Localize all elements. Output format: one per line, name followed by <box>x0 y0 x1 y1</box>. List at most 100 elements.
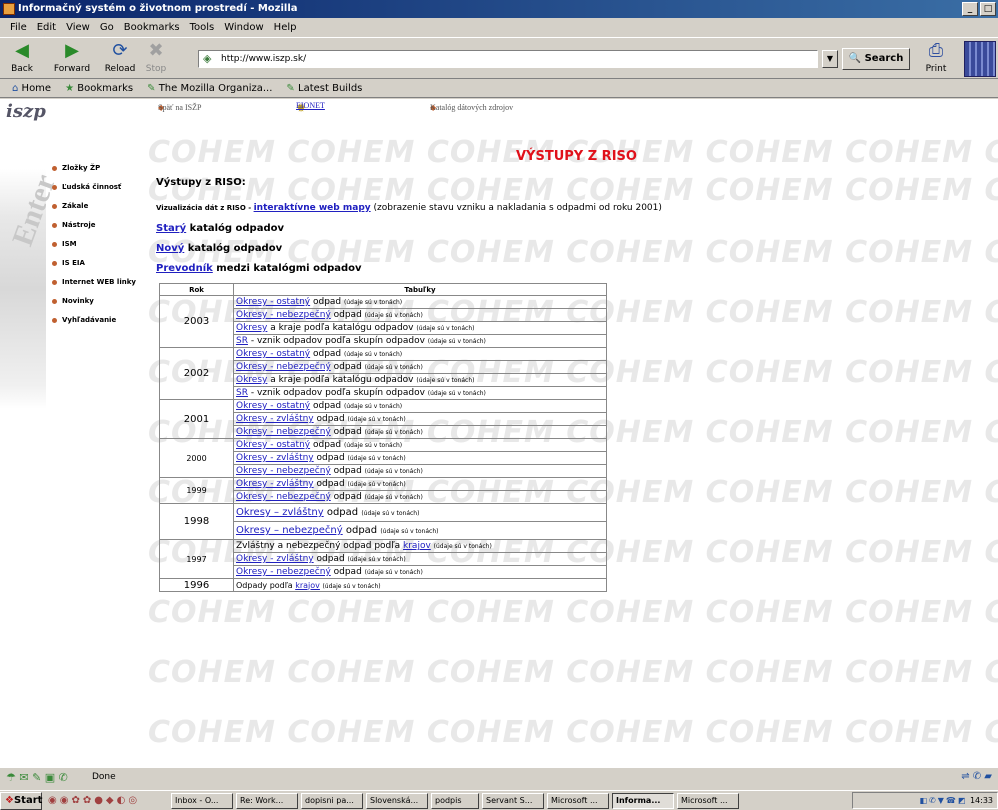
personal-toolbar: ⌂ Home ★ Bookmarks ✎ The Mozilla Organiz… <box>0 80 998 98</box>
sidenav-item-nastroje[interactable]: Nástroje <box>52 216 152 235</box>
component-bar-icons[interactable]: ☂ ✉ ✎ ▣ ✆ <box>6 771 68 784</box>
taskbar-item[interactable]: Servant S... <box>482 792 544 809</box>
table-link[interactable]: Okresy - zvláštny <box>236 453 314 463</box>
search-button[interactable]: 🔍 Search <box>842 48 910 70</box>
back-arrow-icon: ◀ <box>15 40 29 61</box>
sidenav-item-zlozky[interactable]: Zložky ŽP <box>52 159 152 178</box>
home-link[interactable]: ⌂ Home <box>12 83 51 94</box>
sidenav-item-is-eia[interactable]: IS EIA <box>52 254 152 273</box>
url-bar[interactable]: ◈ http://www.iszp.sk/ <box>198 50 818 68</box>
sidenav-item-internet-web-linky[interactable]: Internet WEB linky <box>52 273 152 292</box>
table-link[interactable]: Okresy - ostatný <box>236 401 310 411</box>
start-button[interactable]: ❖Start <box>0 791 42 810</box>
table-row: 1999 Okresy - zvláštny odpad (údaje sú v … <box>159 477 607 504</box>
table-link[interactable]: Okresy - nebezpečný <box>236 492 331 502</box>
table-link[interactable]: krajov <box>403 541 431 551</box>
table-row: 1996 Odpady podľa krajov (údaje sú v toná… <box>159 578 607 592</box>
page-title: VÝSTUPY Z RISO <box>516 149 637 164</box>
table-row: 2001 Okresy - ostatný odpad (údaje sú v t… <box>159 399 607 439</box>
table-link[interactable]: Okresy <box>236 375 267 385</box>
maximize-button[interactable]: □ <box>980 2 996 16</box>
table-link[interactable]: Okresy - ostatný <box>236 440 310 450</box>
quick-launch-icons[interactable]: ◉◉✿✿●◆◐◎ <box>48 795 168 806</box>
table-cell: Zvláštny a nebezpečný odpad podľa krajov… <box>233 539 607 553</box>
windows-taskbar: ❖Start ◉◉✿✿●◆◐◎ Inbox - O... Re: Work...… <box>0 790 998 810</box>
menu-bar: File Edit View Go Bookmarks Tools Window… <box>0 18 998 36</box>
table-link[interactable]: Okresy - nebezpečný <box>236 310 331 320</box>
table-link[interactable]: Okresy - zvláštny <box>236 554 314 564</box>
table-cell: Okresy - ostatný odpad (údaje sú v tonác… <box>233 295 607 309</box>
menu-bookmarks[interactable]: Bookmarks <box>124 22 180 33</box>
table-link[interactable]: Okresy <box>236 323 267 333</box>
menu-window[interactable]: Window <box>224 22 263 33</box>
year-cell: 2001 <box>159 399 234 439</box>
clock: 14:33 <box>969 796 993 805</box>
taskbar-item[interactable]: Inbox - O... <box>171 792 233 809</box>
bookmark-item-icon: ✎ <box>147 83 156 94</box>
taskbar-item[interactable]: dopisni pa... <box>301 792 363 809</box>
reload-button[interactable]: ⟳ Reload <box>100 41 140 75</box>
web-maps-link[interactable]: interaktívne web mapy <box>254 203 371 213</box>
sidenav-item-ludska-cinnost[interactable]: Ľudská činnosť <box>52 178 152 197</box>
back-button[interactable]: ◀ Back <box>2 40 42 75</box>
print-button[interactable]: ⎙ Print <box>916 41 956 75</box>
table-link[interactable]: Okresy - nebezpečný <box>236 466 331 476</box>
site-logo[interactable]: iszp <box>6 101 46 122</box>
status-text: Done <box>92 772 116 782</box>
menu-go[interactable]: Go <box>100 22 114 33</box>
bookmarks-link[interactable]: ★ Bookmarks <box>65 83 133 94</box>
navigation-toolbar: ◀ Back ▶ Forward ⟳ Reload ✖ Stop ◈ http://www… <box>0 37 998 79</box>
col-header-tables: Tabuľky <box>233 283 607 296</box>
bookmarks-icon: ★ <box>65 83 75 94</box>
security-icon[interactable]: ⇌ ✆ ▰ <box>961 771 992 782</box>
table-link[interactable]: Okresy - nebezpečný <box>236 362 331 372</box>
table-cell: SR - vznik odpadov podľa skupín odpadov … <box>233 386 607 400</box>
converter-link[interactable]: Prevodník <box>156 263 213 274</box>
enter-banner: Enter <box>0 169 62 409</box>
menu-view[interactable]: View <box>66 22 90 33</box>
menu-help[interactable]: Help <box>274 22 297 33</box>
old-catalog-link[interactable]: Starý <box>156 223 186 234</box>
table-link[interactable]: Okresy - nebezpečný <box>236 427 331 437</box>
url-dropdown-button[interactable]: ▼ <box>822 50 838 68</box>
menu-edit[interactable]: Edit <box>37 22 56 33</box>
side-navigation: Zložky ŽP Ľudská činnosť Zákale Nástroje… <box>52 159 152 330</box>
table-link[interactable]: Okresy - ostatný <box>236 297 310 307</box>
status-bar: ☂ ✉ ✎ ▣ ✆ Done ⇌ ✆ ▰ <box>0 767 998 787</box>
table-row: 2000 Okresy - ostatný odpad (údaje sú v t… <box>159 438 607 478</box>
forward-button[interactable]: ▶ Forward <box>52 41 92 75</box>
table-link[interactable]: Okresy – zvláštny <box>236 507 324 518</box>
table-cell: Okresy - zvláštny odpad (údaje sú v toná… <box>233 552 607 566</box>
mozilla-org-link[interactable]: ✎ The Mozilla Organiza... <box>147 83 272 94</box>
latest-builds-link[interactable]: ✎ Latest Builds <box>286 83 362 94</box>
menu-tools[interactable]: Tools <box>190 22 215 33</box>
home-icon: ⌂ <box>12 83 19 94</box>
table-link[interactable]: Okresy - zvláštny <box>236 414 314 424</box>
table-link[interactable]: krajov <box>295 581 320 590</box>
sidenav-item-zakale[interactable]: Zákale <box>52 197 152 216</box>
table-link[interactable]: Okresy – nebezpečný <box>236 525 343 536</box>
taskbar-item-active[interactable]: Informa... <box>612 792 674 809</box>
menu-file[interactable]: File <box>10 22 27 33</box>
sidenav-item-novinky[interactable]: Novinky <box>52 292 152 311</box>
taskbar-item[interactable]: Slovenská... <box>366 792 428 809</box>
table-link[interactable]: Okresy - nebezpečný <box>236 567 331 577</box>
stop-icon: ✖ <box>148 40 164 61</box>
bookmark-item-icon: ✎ <box>286 83 295 94</box>
sidenav-item-ism[interactable]: ISM <box>52 235 152 254</box>
taskbar-item[interactable]: Microsoft ... <box>547 792 609 809</box>
table-link[interactable]: SR <box>236 336 248 346</box>
taskbar-item[interactable]: Microsoft ... <box>677 792 739 809</box>
minimize-button[interactable]: _ <box>962 2 978 16</box>
sidenav-item-vyhladavanie[interactable]: Vyhľadávanie <box>52 311 152 330</box>
table-cell: Okresy - zvláštny odpad (údaje sú v toná… <box>233 451 607 465</box>
new-catalog-link[interactable]: Nový <box>156 243 184 254</box>
taskbar-item[interactable]: Re: Work... <box>236 792 298 809</box>
tray-icons[interactable]: ◧✆▼☎◩ <box>919 796 967 805</box>
taskbar-item[interactable]: podpis <box>431 792 479 809</box>
table-link[interactable]: SR <box>236 388 248 398</box>
table-link[interactable]: Okresy - ostatný <box>236 349 310 359</box>
search-icon: 🔍 <box>848 53 862 64</box>
stop-button[interactable]: ✖ Stop <box>136 40 176 75</box>
table-link[interactable]: Okresy - zvláštny <box>236 479 314 489</box>
